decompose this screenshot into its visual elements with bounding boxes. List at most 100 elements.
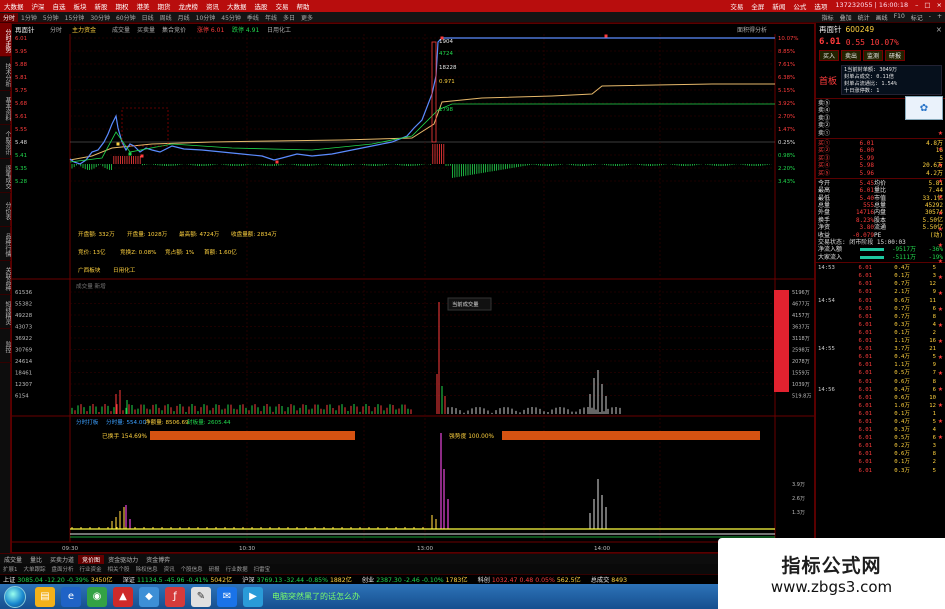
close-icon[interactable]: × <box>934 1 945 11</box>
tf-tab[interactable]: 60分钟 <box>113 13 139 22</box>
star-icon[interactable]: ★ <box>938 258 943 265</box>
ext-tab[interactable]: 个股信息 <box>178 565 206 573</box>
ext-tab[interactable]: 资讯 <box>161 565 178 573</box>
star-icon[interactable]: ★ <box>938 418 943 425</box>
indicator-tab[interactable]: 成交量 <box>0 555 26 564</box>
ext-tab[interactable]: 扫雷宝 <box>251 565 274 573</box>
tf-tab[interactable]: 周线 <box>157 13 175 22</box>
menu-item[interactable]: 自选 <box>49 1 70 11</box>
star-icon[interactable]: ★ <box>938 178 943 185</box>
menu-item[interactable]: 交易 <box>272 1 293 11</box>
tool-item[interactable]: + <box>934 13 945 22</box>
report-button[interactable]: 研报 <box>885 50 906 61</box>
buy-button[interactable]: 买入 <box>819 50 840 61</box>
star-icon[interactable]: ★ <box>938 402 943 409</box>
vtab[interactable]: 短线精灵 <box>0 295 11 329</box>
index-item[interactable]: 沪深 3769.13 -32.44 -0.85% 1882亿 <box>242 575 352 584</box>
indicator-tab[interactable]: 竞价图 <box>78 554 105 564</box>
vtab[interactable]: 个股资讯 <box>0 125 11 159</box>
menu-item[interactable]: 公式 <box>789 1 810 11</box>
tf-tab[interactable]: 年线 <box>262 13 280 22</box>
vtab[interactable]: 基本资料 <box>0 91 11 125</box>
star-icon[interactable]: ★ <box>938 290 943 297</box>
tf-tab[interactable]: 月线 <box>175 13 193 22</box>
tf-tab[interactable]: 15分钟 <box>62 13 88 22</box>
menu-item[interactable]: 帮助 <box>293 1 314 11</box>
tf-tab[interactable]: 30分钟 <box>87 13 113 22</box>
tool-item[interactable]: 叠加 <box>837 13 855 22</box>
indicator-tab[interactable]: 量比 <box>26 555 46 564</box>
ie-icon[interactable]: e <box>61 586 81 607</box>
intraday-chart-panel[interactable]: 再面针 分时 主力资金 成交量 买卖量 集合竞价 涨停 6.01 跌停 4.91… <box>11 23 815 553</box>
menu-item[interactable]: 交易 <box>726 1 747 11</box>
maximize-icon[interactable]: □ <box>921 1 933 11</box>
tf-tab[interactable]: 1分钟 <box>18 13 40 22</box>
tool-item[interactable]: 画线 <box>873 13 891 22</box>
close-panel-icon[interactable]: × <box>936 25 942 34</box>
ext-tab[interactable]: 扩展1 <box>0 565 21 573</box>
vtab[interactable]: 关联品种 <box>0 261 11 295</box>
menu-item[interactable]: 大数据 <box>223 1 251 11</box>
vtab[interactable]: 监控 <box>0 329 11 363</box>
intraday-chart[interactable]: 再面针 分时 主力资金 成交量 买卖量 集合竞价 涨停 6.01 跌停 4.91… <box>12 24 814 552</box>
baidu-popup[interactable]: ✿ <box>905 96 943 120</box>
star-icon[interactable]: ★ <box>938 434 943 441</box>
browser-icon[interactable]: ◉ <box>87 586 107 607</box>
menu-item[interactable]: 龙虎榜 <box>175 1 203 11</box>
menu-item[interactable]: 新股 <box>91 1 112 11</box>
index-item[interactable]: 总成交 8493 <box>591 575 627 584</box>
tf-tab[interactable]: 10分钟 <box>193 13 219 22</box>
menu-item[interactable]: 资讯 <box>202 1 223 11</box>
vtab[interactable]: 分价表 <box>0 193 11 227</box>
star-icon[interactable]: ★ <box>938 162 943 169</box>
star-icon[interactable]: ★ <box>938 386 943 393</box>
star-icon[interactable]: ★ <box>938 274 943 281</box>
vtab[interactable]: 技术分析 <box>0 57 11 91</box>
vtab[interactable]: 分时走势 <box>0 23 11 57</box>
ext-tab[interactable]: 大单跟踪 <box>21 565 49 573</box>
monitor-button[interactable]: 监测 <box>863 50 884 61</box>
vtab[interactable]: 逐笔成交 <box>0 159 11 193</box>
flash-icon[interactable]: ƒ <box>165 586 185 607</box>
tool-item[interactable]: 指标 <box>819 13 837 22</box>
tool-item[interactable]: 统计 <box>855 13 873 22</box>
star-icon[interactable]: ★ <box>938 226 943 233</box>
tf-tab[interactable]: 5分钟 <box>40 13 62 22</box>
star-icon[interactable]: ★ <box>938 130 943 137</box>
star-icon[interactable]: ★ <box>938 242 943 249</box>
trading-app-icon[interactable]: ▲ <box>113 586 133 607</box>
menu-item[interactable]: 期权 <box>112 1 133 11</box>
tf-tab[interactable]: 多日 <box>280 13 298 22</box>
tf-tab[interactable]: 更多 <box>298 13 316 22</box>
star-icon[interactable]: ★ <box>938 146 943 153</box>
ext-tab[interactable]: 研报 <box>206 565 223 573</box>
menu-item[interactable]: 大数据 <box>0 1 28 11</box>
menu-item[interactable]: 选股 <box>251 1 272 11</box>
star-icon[interactable]: ★ <box>938 210 943 217</box>
ext-tab[interactable]: 行业资金 <box>77 565 105 573</box>
indicator-tab[interactable]: 买卖力道 <box>46 555 78 564</box>
indicator-tab[interactable]: 资金博弈 <box>142 555 174 564</box>
folder-icon[interactable]: ▤ <box>35 586 55 607</box>
star-icon[interactable]: ★ <box>938 194 943 201</box>
menu-item[interactable]: 选项 <box>810 1 831 11</box>
ext-tab[interactable]: 除权信息 <box>133 565 161 573</box>
tf-tab[interactable]: 季线 <box>244 13 262 22</box>
tick-list[interactable]: 14:53 6.01 0.4万 5 6.01 0.1万 3 6.01 0.7万 12 6.01 2.1… <box>816 264 945 474</box>
menu-item[interactable]: 板块 <box>70 1 91 11</box>
star-icon[interactable]: ★ <box>938 354 943 361</box>
minimize-icon[interactable]: – <box>912 1 921 11</box>
tf-tab[interactable]: 分时 <box>0 12 19 22</box>
tool-item[interactable]: - <box>926 13 934 22</box>
menu-item[interactable]: 新闻 <box>768 1 789 11</box>
index-item[interactable]: 创业 2387.30 -2.46 -0.10% 1783亿 <box>362 575 468 584</box>
star-icon[interactable]: ★ <box>938 370 943 377</box>
tf-tab[interactable]: 45分钟 <box>218 13 244 22</box>
star-icon[interactable]: ★ <box>938 338 943 345</box>
ext-tab[interactable]: 行业数据 <box>223 565 251 573</box>
tf-tab[interactable]: 日线 <box>139 13 157 22</box>
media-icon[interactable]: ▶ <box>243 586 263 607</box>
tool-item[interactable]: 标记 <box>908 13 926 22</box>
ext-tab[interactable]: 相关个股 <box>105 565 133 573</box>
sell-button[interactable]: 卖出 <box>841 50 862 61</box>
